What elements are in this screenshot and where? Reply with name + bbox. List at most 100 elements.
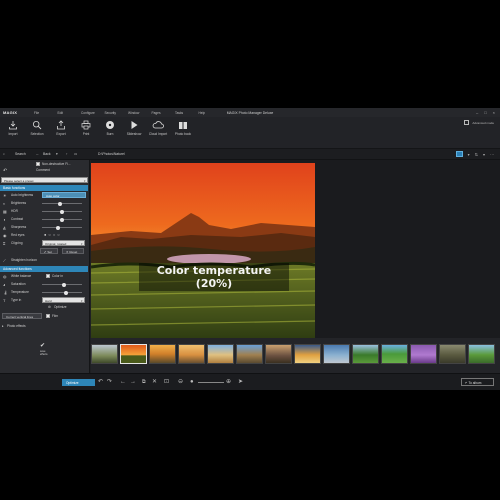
type-in-icon: T <box>3 298 6 303</box>
rotate-left-icon[interactable]: ↶ <box>98 379 103 385</box>
red-eyes-options[interactable]: ●○○○ <box>44 232 62 237</box>
rotate-right-icon[interactable]: ↷ <box>107 379 112 385</box>
basic-functions-header[interactable]: Basic functions <box>0 185 88 191</box>
close-icon[interactable]: × <box>493 110 495 115</box>
optimize-panel-label[interactable]: Optimize <box>54 305 67 309</box>
temperature-slider-knob[interactable] <box>64 290 68 295</box>
menu-security[interactable]: Security <box>105 111 129 115</box>
crop-icon[interactable]: ⧉ <box>142 379 146 385</box>
brightness-slider[interactable] <box>42 201 82 206</box>
menu-tasks[interactable]: Tasks <box>175 111 199 115</box>
contrast-icon: ◑ <box>3 217 6 222</box>
contrast-slider[interactable] <box>42 217 82 222</box>
back-dropdown-icon[interactable]: ▾ <box>56 152 58 156</box>
thumbnail[interactable] <box>265 344 292 364</box>
thumbnail[interactable] <box>178 344 205 364</box>
saturation-icon: ◕ <box>3 282 6 287</box>
advanced-mode[interactable]: Advanced mode <box>464 120 494 125</box>
sharpness-slider[interactable] <box>42 225 82 230</box>
path-field[interactable]: D:\Photos\Nature\ <box>98 152 125 156</box>
up-arrow-icon[interactable]: ↑ <box>66 152 68 156</box>
clipping-dropdown[interactable]: Original, rotated <box>42 240 85 246</box>
to-album-button[interactable]: ↵ To album <box>461 378 494 386</box>
clipping-label: Clipping <box>11 241 23 245</box>
slideshow-button[interactable]: Slideshow <box>122 120 146 136</box>
bottom-toolbar: Optimize ↶ ↷ ← → ⧉ ✕ ⊡ ⊖ ● ⊕ ➤ ↵ To albu… <box>0 373 500 390</box>
set-button[interactable]: ✔ Set <box>40 248 58 254</box>
view-dropdown-icon[interactable]: ▾ <box>468 152 470 157</box>
film-checkbox[interactable] <box>46 314 50 318</box>
temperature-slider[interactable] <box>42 290 82 295</box>
thumbnail[interactable] <box>294 344 321 364</box>
thumbnail[interactable] <box>468 344 495 364</box>
thumbnail[interactable] <box>236 344 263 364</box>
export-button[interactable]: Export <box>49 120 73 136</box>
zoom-slider[interactable] <box>198 382 224 383</box>
thumbnail[interactable] <box>149 344 176 364</box>
thumbnail[interactable] <box>207 344 234 364</box>
zoom-in-icon[interactable]: ⊕ <box>226 379 231 385</box>
preset-dropdown[interactable]: Please select a preset <box>1 177 88 183</box>
contrast-slider-knob[interactable] <box>60 217 64 222</box>
grid-view-button[interactable] <box>455 151 463 157</box>
undo-icon[interactable]: ↶ <box>3 168 8 174</box>
delete-icon[interactable]: ✕ <box>152 379 157 385</box>
burn-button[interactable]: Burn <box>98 120 122 136</box>
clipping-icon: ⌗ <box>3 241 6 246</box>
fit-icon[interactable]: ⊡ <box>164 379 169 385</box>
share-icon[interactable]: ➤ <box>238 379 243 385</box>
import-button[interactable]: Import <box>1 120 25 136</box>
selection-button[interactable]: Selection <box>25 120 49 136</box>
auto-color-button[interactable]: Auto color <box>42 192 86 198</box>
zoom-knob[interactable]: ● <box>190 379 194 385</box>
menu-file[interactable]: File <box>34 111 58 115</box>
minimize-icon[interactable]: – <box>476 110 478 115</box>
auto-brightness-label[interactable]: Auto brightness <box>11 193 33 197</box>
correct-vertical-lines-button[interactable]: Correct vertical lines <box>2 313 42 319</box>
menu-edit[interactable]: Edit <box>58 111 82 115</box>
saturation-slider-knob[interactable] <box>62 282 66 287</box>
color-in-checkbox[interactable] <box>46 274 50 278</box>
previous-icon[interactable]: ← <box>120 379 126 385</box>
hdr-slider-knob[interactable] <box>60 209 64 214</box>
options-icon[interactable]: ⋯ <box>490 152 494 157</box>
thumbnail[interactable] <box>323 344 350 364</box>
optimize-button[interactable]: Optimize <box>62 379 95 386</box>
thumbnail[interactable] <box>410 344 437 364</box>
thumbnail[interactable] <box>352 344 379 364</box>
reset-button[interactable]: ✕ Reset <box>62 248 84 254</box>
app-logo: MAGIX <box>3 110 18 115</box>
brightness-slider-knob[interactable] <box>58 201 62 206</box>
sort-icon[interactable]: ⇅ <box>475 152 478 157</box>
main-photo[interactable] <box>91 163 315 338</box>
photo-effects-toggle-icon[interactable]: ▸ <box>2 324 4 328</box>
back-link[interactable]: Back <box>43 152 51 156</box>
cloud-import-button[interactable]: Cloud Import <box>146 120 170 136</box>
thumbnail-selected[interactable] <box>120 344 147 364</box>
save-check-icon[interactable]: ✔ <box>40 342 45 349</box>
white-balance-label[interactable]: White balance <box>11 274 31 278</box>
nondestructive-checkbox[interactable] <box>36 162 40 166</box>
search-link[interactable]: Search <box>15 152 26 156</box>
menu-configure[interactable]: Configure <box>81 111 105 115</box>
zoom-out-icon[interactable]: ⊖ <box>178 379 183 385</box>
menu-window[interactable]: Window <box>128 111 152 115</box>
hdr-slider[interactable] <box>42 209 82 214</box>
next-icon[interactable]: → <box>130 379 136 385</box>
straighten-label[interactable]: Straighten horizon <box>11 258 37 262</box>
search-small-icon[interactable]: ⌕ <box>3 152 5 156</box>
print-button[interactable]: Print <box>74 120 98 136</box>
advanced-functions-header[interactable]: Advanced functions <box>0 266 88 272</box>
filter-icon[interactable]: ▾ <box>483 152 485 157</box>
photo-book-button[interactable]: Photo book <box>171 120 195 136</box>
photo-effects-label[interactable]: Photo effects <box>7 324 26 328</box>
sharpness-slider-knob[interactable] <box>56 225 60 230</box>
thumbnail[interactable] <box>91 344 118 364</box>
type-in-dropdown[interactable]: Hard <box>42 297 85 303</box>
thumbnail[interactable] <box>381 344 408 364</box>
saturation-slider[interactable] <box>42 282 82 287</box>
menu-pages[interactable]: Pages <box>152 111 176 115</box>
maximize-icon[interactable]: □ <box>484 110 486 115</box>
back-arrow-icon[interactable]: ← <box>36 152 39 156</box>
thumbnail[interactable] <box>439 344 466 364</box>
